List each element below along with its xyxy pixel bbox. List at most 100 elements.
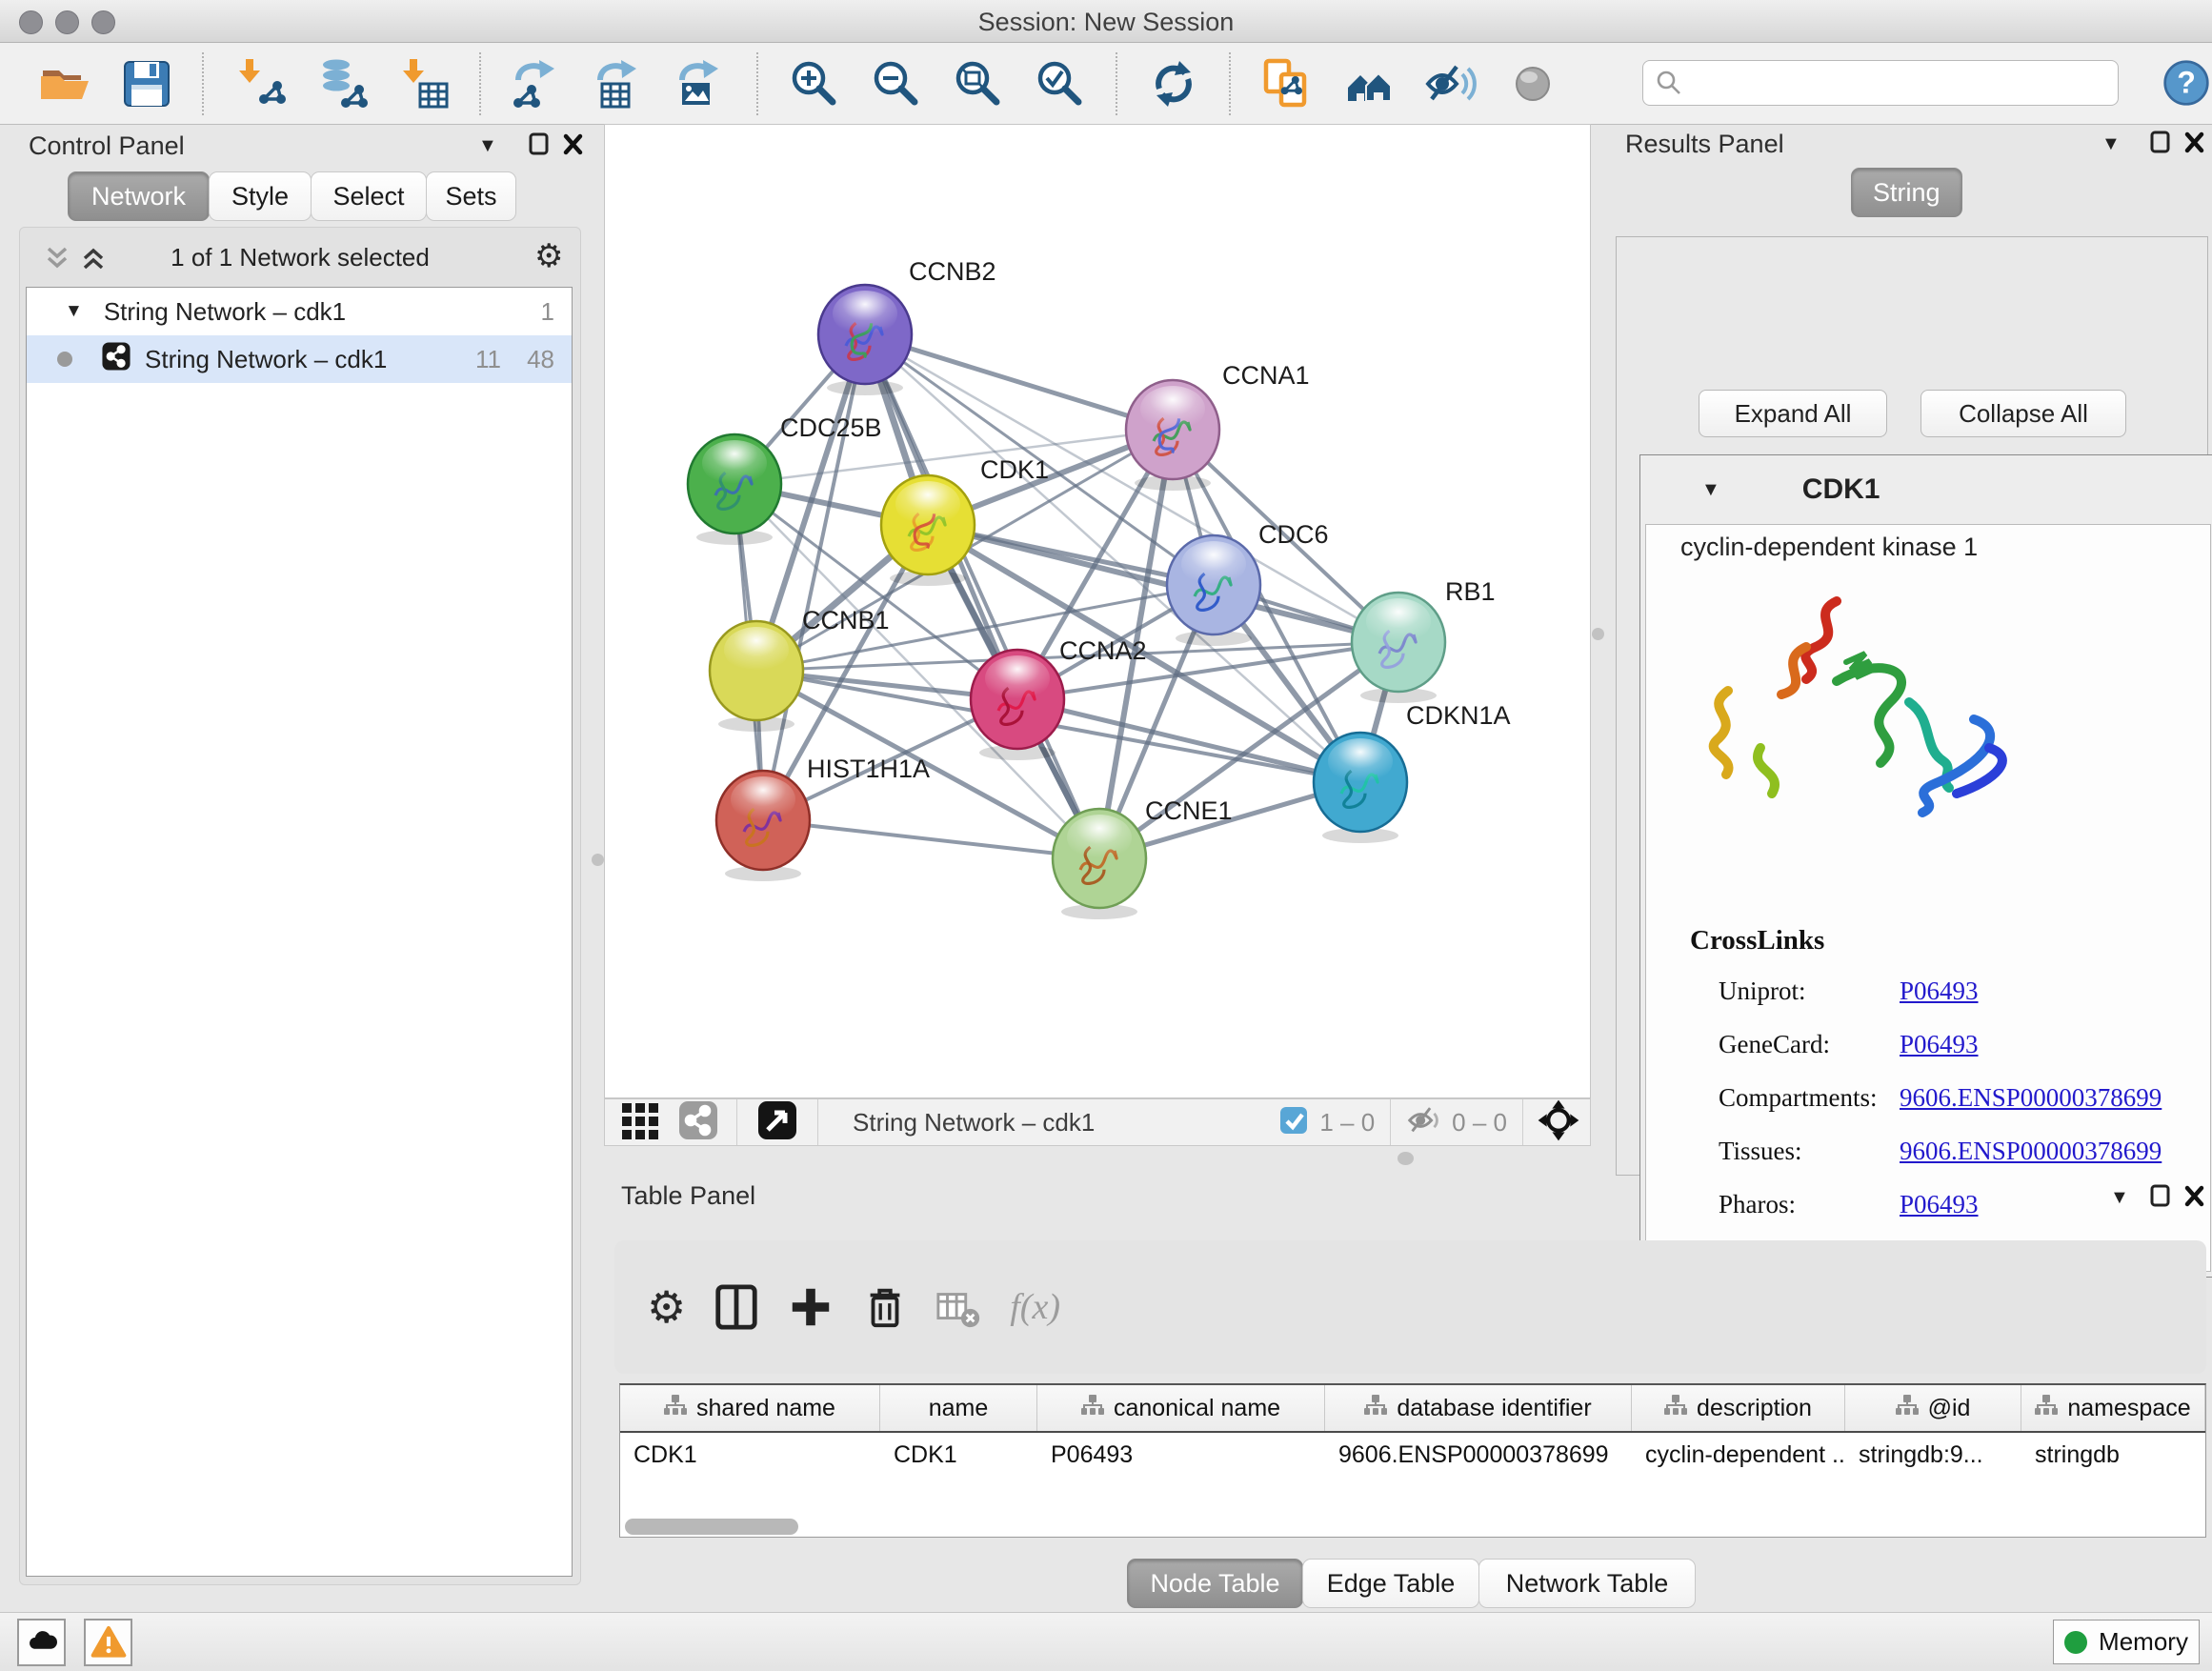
delete-column-trash-icon[interactable]	[861, 1283, 909, 1331]
table-row[interactable]: CDK1CDK1P064939606.ENSP00000378699cyclin…	[620, 1433, 2205, 1477]
column-header-description[interactable]: description	[1632, 1385, 1845, 1431]
table-panel-float-icon[interactable]	[2149, 1183, 2172, 1215]
table-cell[interactable]: cyclin-dependent ...	[1632, 1441, 1845, 1469]
node-table[interactable]: shared namenamecanonical name database id…	[619, 1383, 2206, 1538]
export-network-button[interactable]	[511, 57, 564, 111]
results-panel-float-icon[interactable]	[2149, 130, 2172, 161]
column-header-namespace[interactable]: namespace	[2021, 1385, 2205, 1431]
table-horizontal-scrollbar[interactable]	[625, 1519, 798, 1535]
selected-checkbox-icon[interactable]	[1279, 1106, 1308, 1139]
network-node-CDKN1A[interactable]	[1314, 733, 1407, 843]
expand-all-button[interactable]: Expand All	[1699, 390, 1887, 437]
collapse-all-button[interactable]: Collapse All	[1920, 390, 2126, 437]
grid-view-icon[interactable]	[620, 1099, 662, 1146]
network-node-CDC25B[interactable]	[688, 434, 781, 545]
table-cell[interactable]: stringdb	[2021, 1441, 2205, 1469]
network-collection-row[interactable]: ▼ String Network – cdk1 1	[27, 288, 572, 335]
column-header-database-identifier[interactable]: database identifier	[1325, 1385, 1632, 1431]
zoom-selected-button[interactable]	[1034, 57, 1087, 111]
network-node-CCNE1[interactable]	[1053, 809, 1146, 919]
network-view-canvas[interactable]: CCNB2CCNA1CDC25BCDK1CDC6RB1CCNB1CCNA2CDK…	[604, 124, 1591, 1098]
network-node-CCNB2[interactable]	[818, 285, 912, 395]
network-node-RB1[interactable]	[1352, 593, 1445, 703]
zoom-fit-button[interactable]	[952, 57, 1005, 111]
node-result-header[interactable]: ▼ CDK1	[1640, 455, 2212, 524]
add-column-icon[interactable]	[787, 1283, 835, 1331]
section-expander-icon[interactable]: ▼	[1701, 479, 1720, 501]
zoom-in-icon	[788, 57, 841, 111]
results-panel-menu-icon[interactable]: ▼	[2101, 133, 2121, 155]
table-type-tabs: Node TableEdge TableNetwork Table	[1128, 1559, 1696, 1608]
export-image-button[interactable]	[674, 57, 728, 111]
options-gear-icon[interactable]: ⚙	[534, 237, 563, 275]
control-panel-float-icon[interactable]	[528, 131, 551, 163]
refresh-button[interactable]	[1147, 57, 1200, 111]
open-session-button[interactable]	[38, 57, 91, 111]
annotations-button[interactable]	[1260, 57, 1314, 111]
table-cell[interactable]: CDK1	[880, 1441, 1037, 1469]
zoom-out-button[interactable]	[870, 57, 923, 111]
cloud-tasks-button[interactable]	[17, 1619, 66, 1666]
crosslink-link[interactable]: P06493	[1900, 1030, 1979, 1059]
export-table-button[interactable]	[593, 57, 646, 111]
horizontal-splitter-handle[interactable]	[1398, 1152, 1414, 1165]
import-table-from-file-button[interactable]	[397, 57, 451, 111]
save-session-button[interactable]	[120, 57, 173, 111]
crosslink-link[interactable]: P06493	[1900, 976, 1979, 1006]
network-type-icon	[101, 341, 131, 378]
control-panel-close-icon[interactable]	[562, 131, 585, 163]
network-node-HIST1H1A[interactable]	[716, 771, 810, 881]
import-network-from-database-button[interactable]	[315, 57, 369, 111]
tab-node-table[interactable]: Node Table	[1127, 1559, 1303, 1608]
table-cell[interactable]: 9606.ENSP00000378699	[1325, 1441, 1632, 1469]
column-header-canonical-name[interactable]: canonical name	[1037, 1385, 1325, 1431]
tab-string[interactable]: String	[1851, 168, 1962, 217]
network-edge[interactable]	[865, 334, 1173, 430]
search-input[interactable]	[1691, 69, 2118, 98]
tab-select[interactable]: Select	[311, 171, 427, 221]
share-view-icon[interactable]	[677, 1099, 719, 1146]
import-network-from-file-button[interactable]	[233, 57, 287, 111]
column-header-shared-name[interactable]: shared name	[620, 1385, 880, 1431]
network-node-CCNB1[interactable]	[710, 621, 803, 732]
tab-network-table[interactable]: Network Table	[1478, 1559, 1696, 1608]
tab-sets[interactable]: Sets	[426, 171, 516, 221]
table-cell[interactable]: P06493	[1037, 1441, 1325, 1469]
warnings-button[interactable]	[84, 1619, 132, 1666]
network-node-CDK1[interactable]	[881, 475, 975, 586]
table-cell[interactable]: CDK1	[620, 1441, 880, 1469]
show-graphics-details-button[interactable]	[1506, 57, 1559, 111]
toolbar-buttons	[38, 43, 1559, 124]
birds-eye-view-icon[interactable]	[756, 1099, 798, 1146]
column-label: database identifier	[1397, 1395, 1591, 1422]
crosslink-link[interactable]: 9606.ENSP00000378699	[1900, 1083, 2162, 1113]
network-node-CCNA1[interactable]	[1126, 380, 1219, 491]
tab-network[interactable]: Network	[68, 171, 210, 221]
column-header--id[interactable]: @id	[1845, 1385, 2021, 1431]
show-columns-icon[interactable]	[713, 1283, 760, 1331]
control-panel-menu-icon[interactable]: ▼	[478, 135, 497, 157]
collection-expander-icon[interactable]: ▼	[65, 301, 83, 322]
search-field[interactable]	[1642, 60, 2119, 106]
vertical-splitter-handle[interactable]	[592, 854, 604, 866]
network-edge[interactable]	[763, 820, 1099, 858]
network-edge[interactable]	[763, 334, 865, 820]
table-panel-close-icon[interactable]	[2183, 1183, 2206, 1215]
hide-graphics-details-button[interactable]	[1424, 57, 1478, 111]
table-settings-gear-icon[interactable]: ⚙	[647, 1283, 686, 1331]
tab-style[interactable]: Style	[209, 171, 312, 221]
network-row[interactable]: String Network – cdk1 11 48	[27, 335, 572, 383]
save-icon	[120, 57, 173, 111]
column-header-name[interactable]: name	[880, 1385, 1037, 1431]
network-overview-button[interactable]	[1342, 57, 1396, 111]
results-panel-close-icon[interactable]	[2183, 130, 2206, 161]
zoom-in-button[interactable]	[788, 57, 841, 111]
crosslink-link[interactable]: 9606.ENSP00000378699	[1900, 1137, 2162, 1166]
tab-edge-table[interactable]: Edge Table	[1302, 1559, 1479, 1608]
memory-button[interactable]: Memory	[2053, 1620, 2200, 1664]
table-panel-menu-icon[interactable]: ▼	[2110, 1187, 2129, 1209]
fit-selected-crosshair-icon[interactable]	[1537, 1098, 1580, 1147]
zoom-out-icon	[870, 57, 923, 111]
help-button[interactable]: ?	[2162, 59, 2210, 107]
table-cell[interactable]: stringdb:9...	[1845, 1441, 2021, 1469]
